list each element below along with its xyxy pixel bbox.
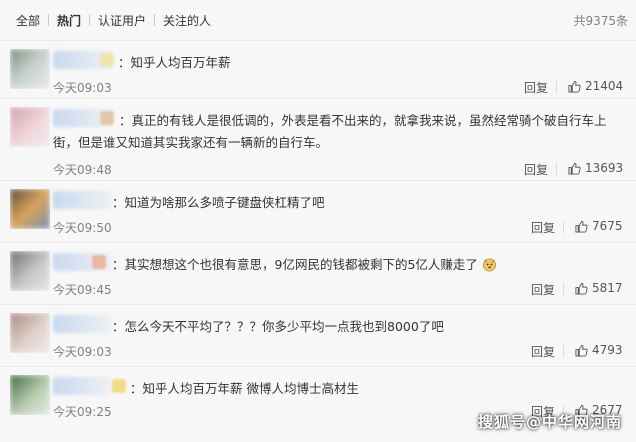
- reply-button[interactable]: 回复: [531, 343, 555, 360]
- comment-item: ：怎么今天不平均了？？？你多少平均一点我也到8000了吧 今天09:03 回复 …: [0, 304, 636, 366]
- comment-item: ：知道为啥那么多喷子键盘侠杠精了吧 今天09:50 回复 7675: [0, 180, 636, 242]
- tab-all[interactable]: 全部: [8, 12, 48, 29]
- avatar[interactable]: [10, 189, 50, 229]
- avatar[interactable]: [10, 251, 50, 291]
- thumbs-up-icon: [568, 162, 581, 175]
- user-badge-icon: [92, 255, 106, 269]
- avatar[interactable]: [10, 107, 50, 147]
- comment-filter-tabs: 全部 热门 认证用户 关注的人 共9375条: [0, 0, 636, 40]
- comment-text: ：怎么今天不平均了？？？你多少平均一点我也到8000了吧: [112, 319, 444, 334]
- comment-time: 今天09:50: [53, 221, 112, 235]
- avatar[interactable]: [10, 313, 50, 353]
- like-count: 5817: [592, 281, 623, 295]
- sohu-watermark: 搜狐号@中华网河南: [477, 413, 622, 431]
- like-button[interactable]: 13693: [568, 161, 623, 175]
- action-divider: [556, 163, 557, 175]
- reply-button[interactable]: 回复: [524, 161, 548, 178]
- comment-text: ：知道为啥那么多喷子键盘侠杠精了吧: [112, 195, 325, 210]
- user-badge-icon: [112, 379, 126, 393]
- user-badge-icon: [100, 53, 114, 67]
- comment-item: ：其实想想这个也很有意思，9亿网民的钱都被剩下的5亿人赚走了 今天09:45 回…: [0, 242, 636, 304]
- comment-time: 今天09:45: [53, 283, 112, 297]
- doge-emoji-icon: [482, 258, 496, 272]
- comment-text: ：知乎人均百万年薪: [118, 55, 231, 70]
- like-button[interactable]: 5817: [575, 281, 623, 295]
- username-blurred[interactable]: [53, 315, 111, 333]
- thumbs-up-icon: [575, 344, 588, 357]
- like-count: 21404: [585, 79, 624, 93]
- username-blurred[interactable]: [53, 377, 111, 395]
- comment-time: 今天09:03: [53, 81, 112, 95]
- comment-total-count: 共9375条: [573, 13, 628, 28]
- like-button[interactable]: 4793: [575, 343, 623, 357]
- action-divider: [556, 81, 557, 93]
- reply-button[interactable]: 回复: [531, 281, 555, 298]
- like-button[interactable]: 7675: [575, 219, 623, 233]
- comment-item: ：真正的有钱人是很低调的，外表是看不出来的，就拿我来说，虽然经常骑个破自行车上街…: [0, 98, 636, 180]
- avatar[interactable]: [10, 49, 50, 89]
- like-count: 4793: [592, 343, 623, 357]
- action-divider: [563, 283, 564, 295]
- thumbs-up-icon: [575, 282, 588, 295]
- reply-button[interactable]: 回复: [531, 219, 555, 236]
- username-blurred[interactable]: [53, 191, 111, 209]
- like-count: 13693: [585, 161, 624, 175]
- thumbs-up-icon: [575, 220, 588, 233]
- comment-item: ：知乎人均百万年薪 今天09:03 回复 21404: [0, 40, 636, 98]
- comment-text: ：知乎人均百万年薪 微博人均博士高材生: [130, 381, 359, 396]
- like-button[interactable]: 21404: [568, 79, 623, 93]
- avatar[interactable]: [10, 375, 50, 415]
- reply-button[interactable]: 回复: [524, 79, 548, 96]
- comment-time: 今天09:25: [53, 405, 112, 419]
- comment-text: ：其实想想这个也很有意思，9亿网民的钱都被剩下的5亿人赚走了: [112, 254, 624, 276]
- comment-time: 今天09:03: [53, 345, 112, 359]
- like-count: 7675: [592, 219, 623, 233]
- comment-text: ：真正的有钱人是很低调的，外表是看不出来的，就拿我来说，虽然经常骑个破自行车上街…: [53, 113, 607, 150]
- tab-hot[interactable]: 热门: [49, 12, 89, 29]
- action-divider: [563, 345, 564, 357]
- tab-verified-users[interactable]: 认证用户: [90, 12, 154, 29]
- comment-time: 今天09:48: [53, 163, 112, 177]
- thumbs-up-icon: [568, 80, 581, 93]
- action-divider: [563, 221, 564, 233]
- tab-following[interactable]: 关注的人: [155, 12, 219, 29]
